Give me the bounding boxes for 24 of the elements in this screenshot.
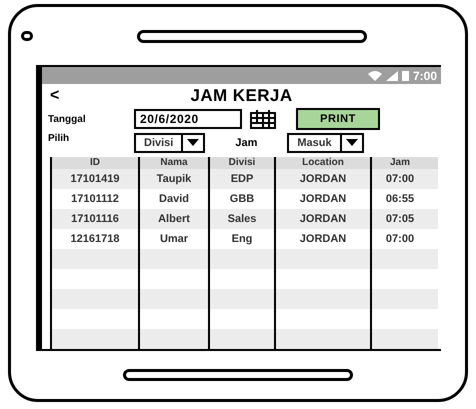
calendar-icon[interactable]: [250, 109, 276, 130]
camera-icon: [21, 31, 33, 41]
speaker-icon: [137, 30, 367, 42]
caret-icon: [187, 139, 200, 146]
table-cell-text: 07:00: [384, 172, 416, 187]
battery-icon: [402, 70, 409, 81]
back-button[interactable]: <: [50, 84, 60, 108]
print-button[interactable]: PRINT: [296, 108, 380, 130]
table-cell-text: 07:00: [384, 232, 416, 247]
caret-icon: [346, 139, 358, 146]
date-label: Tanggal: [48, 112, 87, 127]
select-label: Pilih: [48, 132, 70, 146]
status-time: 7:00: [412, 68, 437, 84]
jam-dropdown[interactable]: Masuk: [287, 132, 364, 153]
page-title: JAM KERJA: [190, 85, 293, 108]
home-button[interactable]: [123, 369, 353, 381]
signal-icon: [386, 70, 398, 80]
column-header: Jam: [388, 157, 411, 169]
jam-label: Jam: [235, 136, 258, 151]
date-field[interactable]: 20/6/2020: [134, 109, 242, 130]
division-dropdown[interactable]: Divisi: [134, 132, 206, 153]
table-cell-text: 07:05: [384, 212, 416, 227]
wifi-icon: [368, 70, 382, 80]
table-cell-text: 06:55: [384, 192, 416, 207]
